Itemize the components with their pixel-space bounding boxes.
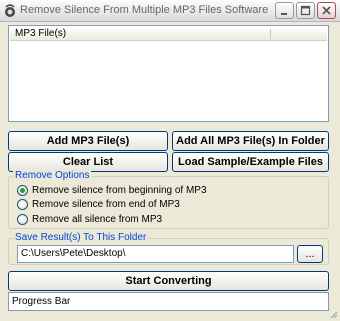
option-label: Remove silence from end of MP3 — [32, 199, 180, 210]
resize-grip-icon[interactable] — [328, 309, 338, 319]
option-label: Remove all silence from MP3 — [32, 214, 163, 225]
title-bar[interactable]: Remove Silence From Multiple MP3 Files S… — [0, 0, 340, 22]
save-folder-group: Save Result(s) To This Folder C:\Users\P… — [8, 232, 329, 265]
minimize-icon — [281, 13, 287, 15]
app-window: Remove Silence From Multiple MP3 Files S… — [0, 0, 340, 321]
radio-icon[interactable] — [17, 199, 28, 210]
radio-icon[interactable] — [17, 214, 28, 225]
add-mp3-files-button[interactable]: Add MP3 File(s) — [8, 131, 168, 151]
load-sample-button[interactable]: Load Sample/Example Files — [172, 152, 329, 172]
file-list-column-header[interactable]: MP3 File(s) — [10, 27, 327, 41]
browse-folder-button[interactable]: ... — [297, 245, 323, 263]
radio-icon[interactable] — [17, 185, 28, 196]
minimize-button[interactable] — [275, 2, 294, 19]
clear-list-button[interactable]: Clear List — [8, 152, 168, 172]
remove-options-group: Remove Options Remove silence from begin… — [8, 170, 329, 229]
save-folder-legend: Save Result(s) To This Folder — [13, 232, 149, 243]
add-folder-button[interactable]: Add All MP3 File(s) In Folder — [172, 131, 329, 151]
close-icon — [322, 6, 331, 15]
option-remove-end[interactable]: Remove silence from end of MP3 — [17, 198, 180, 211]
remove-options-legend: Remove Options — [13, 170, 92, 181]
option-remove-beginning[interactable]: Remove silence from beginning of MP3 — [17, 184, 207, 197]
mp3-file-list[interactable]: MP3 File(s) — [8, 25, 329, 122]
maximize-icon — [300, 5, 311, 16]
column-header-label: MP3 File(s) — [15, 28, 67, 39]
close-button[interactable] — [317, 2, 336, 19]
progress-bar: Progress Bar — [8, 292, 329, 311]
maximize-button[interactable] — [296, 2, 315, 19]
option-label: Remove silence from beginning of MP3 — [32, 185, 207, 196]
column-separator — [270, 29, 271, 39]
output-folder-input[interactable]: C:\Users\Pete\Desktop\ — [17, 245, 294, 263]
option-remove-all[interactable]: Remove all silence from MP3 — [17, 213, 162, 226]
app-icon — [5, 4, 15, 17]
start-converting-button[interactable]: Start Converting — [8, 271, 329, 291]
window-title: Remove Silence From Multiple MP3 Files S… — [20, 4, 269, 16]
